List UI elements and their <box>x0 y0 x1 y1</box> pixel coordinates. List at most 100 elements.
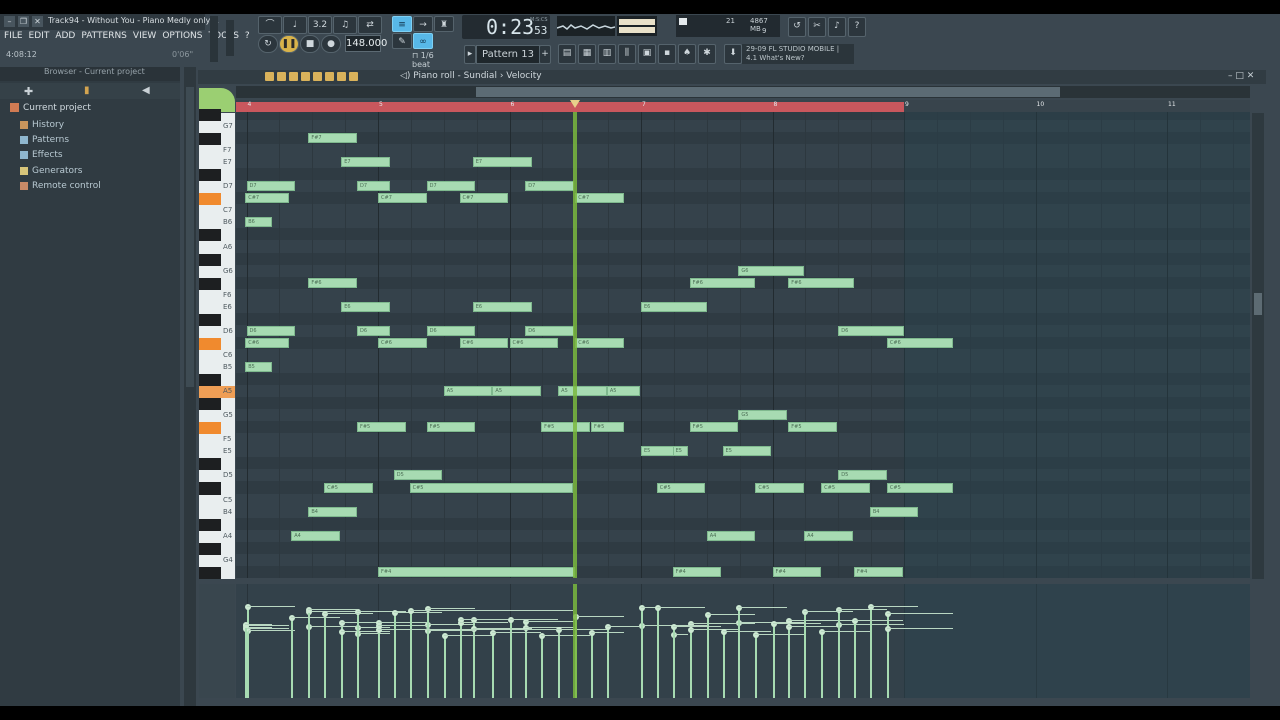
note[interactable]: E6 <box>472 301 532 312</box>
playhead-marker[interactable] <box>570 100 581 108</box>
black-key[interactable] <box>199 193 221 206</box>
note[interactable]: F#5 <box>788 422 837 433</box>
black-key[interactable] <box>199 108 221 121</box>
note[interactable]: A5 <box>443 386 493 397</box>
velocity-handle[interactable] <box>604 624 611 630</box>
velocity-stem[interactable] <box>541 636 544 698</box>
note[interactable]: D7 <box>525 181 574 192</box>
countdown-button[interactable]: 3.2 <box>308 16 332 34</box>
stop-button[interactable]: ■ <box>300 35 320 53</box>
folder-icon[interactable]: ▮ <box>84 85 90 96</box>
pencil-icon[interactable]: ✎ <box>392 33 412 49</box>
note[interactable]: F#4 <box>854 566 903 577</box>
note[interactable]: F#7 <box>308 133 357 144</box>
note[interactable]: A5 <box>606 386 640 397</box>
note[interactable]: A4 <box>291 530 340 541</box>
velocity-stem[interactable] <box>341 632 344 698</box>
black-key[interactable] <box>199 482 221 495</box>
tree-item-remote-control[interactable]: Remote control <box>20 181 101 191</box>
note[interactable]: C#7 <box>459 193 509 204</box>
note[interactable]: D5 <box>393 470 443 481</box>
microphone-icon[interactable]: ♪ <box>828 17 846 37</box>
vertical-scrollbar[interactable] <box>1252 113 1264 579</box>
note[interactable]: A4 <box>804 530 853 541</box>
record-button[interactable]: ● <box>321 35 341 53</box>
note[interactable]: F#6 <box>308 277 357 288</box>
snap-selector[interactable]: ⊓ 1/6 beat <box>412 51 454 69</box>
velocity-handle[interactable] <box>523 625 530 631</box>
tree-item-patterns[interactable]: Patterns <box>20 135 69 145</box>
link-icon[interactable]: ∞ <box>413 33 433 49</box>
note[interactable]: F#5 <box>426 422 476 433</box>
note[interactable]: E6 <box>641 301 707 312</box>
download-icon[interactable]: ⬇ <box>724 44 742 64</box>
velocity-stem[interactable] <box>245 625 248 698</box>
black-key[interactable] <box>199 169 221 182</box>
black-key[interactable] <box>199 518 221 531</box>
piano-roll-target[interactable]: Velocity <box>506 71 541 81</box>
note-grid[interactable]: F#7 E7 E7 D7 D7 D7 D7 C#7 C#7 C#7 C#7 B6 G6 F#6 F#6 F#6… <box>236 112 1250 578</box>
velocity-stem[interactable] <box>291 618 294 698</box>
black-key[interactable] <box>199 337 221 350</box>
tree-current-project[interactable]: Current project <box>10 103 91 113</box>
zoom-tool-icon[interactable] <box>337 72 346 81</box>
cut-icon[interactable]: ✂ <box>808 17 826 37</box>
undo-icon[interactable]: ↺ <box>788 17 806 37</box>
velocity-stem[interactable] <box>443 636 446 698</box>
speaker-icon[interactable]: ◀ <box>142 85 150 96</box>
piano-keyboard[interactable]: G7 F7 E7 D7 C7 B6 A6 G6 F6 E6 D6 C6 B5 A5 G5 F5 E5 D5 C5 B4… <box>199 108 235 579</box>
note[interactable]: D7 <box>356 181 390 192</box>
velocity-handle[interactable] <box>867 604 874 610</box>
black-key[interactable] <box>199 566 221 579</box>
note[interactable]: C#6 <box>459 337 509 348</box>
loop-record-icon[interactable]: ↻ <box>258 35 278 53</box>
note[interactable]: A5 <box>558 386 607 397</box>
arrow-right-icon[interactable]: → <box>413 16 433 32</box>
note[interactable]: D5 <box>838 470 887 481</box>
note[interactable]: F#4 <box>378 566 576 577</box>
close-icon[interactable]: ✕ <box>1247 71 1255 81</box>
note[interactable]: C#6 <box>886 337 953 348</box>
velocity-stem[interactable] <box>838 610 841 698</box>
velocity-stem[interactable] <box>804 612 807 698</box>
velocity-handle[interactable] <box>819 629 826 635</box>
velocity-handle[interactable] <box>490 630 497 636</box>
note[interactable]: D6 <box>356 325 390 336</box>
velocity-stem[interactable] <box>772 624 775 698</box>
note[interactable]: C#5 <box>886 482 953 493</box>
note[interactable]: B4 <box>869 506 919 517</box>
note[interactable]: F#4 <box>772 566 822 577</box>
slice-tool-icon[interactable] <box>313 72 322 81</box>
velocity-handle[interactable] <box>407 608 414 614</box>
touch-controller-icon[interactable]: ♠ <box>678 44 696 64</box>
note[interactable]: C#6 <box>378 337 427 348</box>
note[interactable]: C#5 <box>324 482 373 493</box>
velocity-handle[interactable] <box>704 612 711 618</box>
note[interactable]: F#5 <box>689 422 739 433</box>
velocity-handle[interactable] <box>244 604 251 610</box>
note[interactable]: D6 <box>525 325 574 336</box>
velocity-handle[interactable] <box>639 605 646 611</box>
velocity-handle[interactable] <box>786 624 793 630</box>
velocity-handle[interactable] <box>391 610 398 616</box>
note[interactable]: E6 <box>341 301 390 312</box>
playlist-icon[interactable]: ▤ <box>558 44 576 64</box>
velocity-stem[interactable] <box>641 608 644 698</box>
velocity-stem[interactable] <box>308 610 311 698</box>
velocity-handle[interactable] <box>507 617 514 623</box>
pattern-selector[interactable]: Pattern 13 <box>476 45 540 64</box>
tree-item-history[interactable]: History <box>20 120 64 130</box>
velocity-handle[interactable] <box>457 620 464 626</box>
black-key[interactable] <box>199 422 221 435</box>
velocity-handle[interactable] <box>687 627 694 633</box>
velocity-handle[interactable] <box>720 629 727 635</box>
note[interactable]: E5 <box>641 446 674 457</box>
pattern-mode-icon[interactable]: ≡ <box>392 16 412 32</box>
note[interactable]: C#5 <box>821 482 870 493</box>
velocity-stem[interactable] <box>689 630 692 698</box>
help-icon[interactable]: ? <box>848 17 866 37</box>
vertical-scroll-thumb[interactable] <box>1254 293 1262 315</box>
minimize-icon[interactable]: – <box>4 16 15 27</box>
note[interactable]: F#5 <box>591 422 624 433</box>
velocity-stem[interactable] <box>591 633 594 698</box>
